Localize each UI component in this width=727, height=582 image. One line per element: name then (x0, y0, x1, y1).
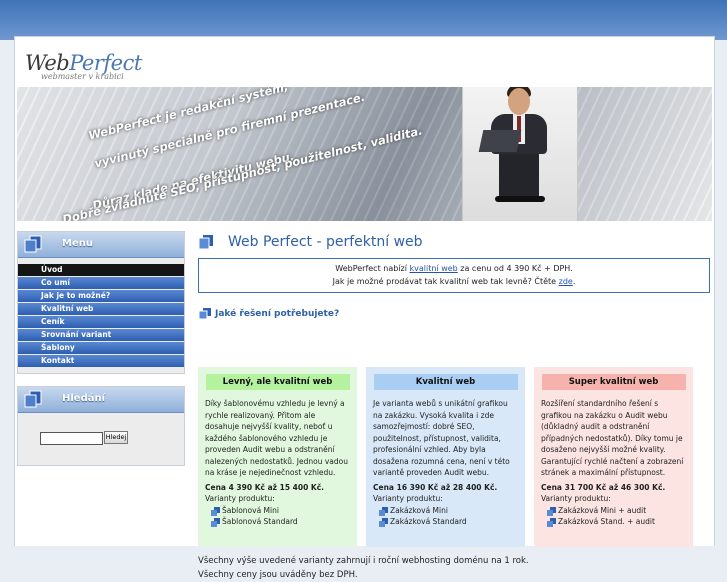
search-form: Hledej (18, 413, 184, 465)
info-line-2: Jak je možné prodávat tak kvalitní web t… (332, 277, 576, 286)
footer-line-1: Všechny výše uvedené varianty zahrnují i… (198, 556, 529, 566)
column-title: Super kvalitní web (541, 374, 686, 390)
menu-header: Menu (18, 232, 184, 258)
bullet-icon (211, 506, 220, 516)
bullet-icon (379, 506, 388, 516)
menu-item-uvod[interactable]: Úvod (18, 264, 184, 276)
variant-item: Zakázková Mini + audit (541, 505, 686, 517)
variant-item: Zakázková Stand. + audit (541, 516, 686, 528)
page-title: Web Perfect - perfektní web (228, 234, 423, 250)
column-title: Levný, ale kvalitní web (205, 374, 350, 390)
column-price: Cena 4 390 Kč až 15 400 Kč. (205, 482, 325, 492)
site-logo[interactable]: WebPerfect webmaster v krabici (25, 51, 142, 81)
footer-note: Všechny výše uvedené varianty zahrnují i… (198, 554, 529, 582)
header-banner: WebPerfect je redakční systém, vyvinutý … (17, 87, 712, 221)
page-title-row: Web Perfect - perfektní web (198, 231, 710, 253)
pricing-column-levny: Levný, ale kvalitní web Díky šablonovému… (198, 367, 357, 547)
bullet-icon (211, 518, 220, 527)
column-title: Kvalitní web (373, 374, 518, 390)
section-heading: Jaké řešení potřebujete? (198, 307, 710, 321)
variant-item: Šablonová Mini (205, 505, 350, 517)
search-box: Hledání Hledej (17, 386, 185, 466)
column-price: Cena 16 390 Kč až 28 400 Kč. (373, 482, 498, 492)
variant-item: Šablonová Standard (205, 516, 350, 528)
variants-label: Varianty produktu: (541, 494, 611, 503)
info-box: WebPerfect nabízí kvalitní web za cenu o… (198, 258, 710, 293)
page-icon (198, 235, 213, 250)
variants-label: Varianty produktu: (373, 494, 443, 503)
bullet-icon (547, 506, 556, 516)
column-price: Cena 31 700 Kč až 46 300 Kč. (541, 482, 666, 492)
column-text: Rozšíření standardního řešení s grafikou… (541, 399, 684, 477)
menu-item-kvalitni-web[interactable]: Kvalitní web (18, 303, 184, 315)
menu-item-sablony[interactable]: Šablony (18, 342, 184, 354)
search-button[interactable]: Hledej (104, 431, 128, 444)
menu-item-srovnani-variant[interactable]: Srovnání variant (18, 329, 184, 341)
banner-slogan-line: Dobře zvládnuté SEO, přístupnost, použit… (61, 123, 424, 221)
search-header: Hledání (18, 387, 184, 413)
zde-link[interactable]: zde (559, 277, 573, 286)
variant-item: Zakázková Standard (373, 516, 518, 528)
menu-item-jak-je-to-mozne[interactable]: Jak je to možné? (18, 290, 184, 302)
pricing-columns: Levný, ale kvalitní web Díky šablonovému… (198, 367, 710, 547)
variant-item: Zakázková Mini (373, 505, 518, 517)
info-line-1: WebPerfect nabízí kvalitní web za cenu o… (335, 264, 573, 273)
column-text: Je varianta webů s unikátní grafikou na … (373, 399, 510, 477)
main-content: Web Perfect - perfektní web WebPerfect n… (198, 231, 710, 580)
kvalitni-web-link[interactable]: kvalitní web (410, 264, 458, 273)
bullet-icon (379, 518, 388, 527)
pricing-column-kvalitni: Kvalitní web Je varianta webů s unikátní… (366, 367, 525, 547)
menu-item-kontakt[interactable]: Kontakt (18, 355, 184, 367)
menu-title: Menu (62, 238, 93, 249)
page-container: WebPerfect webmaster v krabici WebPerfec… (14, 36, 715, 580)
menu-item-cenik[interactable]: Ceník (18, 316, 184, 328)
search-input[interactable] (40, 432, 103, 445)
sidebar: Menu Úvod Co umí Jak je to možné? Kvalit… (17, 231, 185, 478)
footer-line-2: Všechny ceny jsou uváděny bez DPH. (198, 570, 358, 580)
search-title: Hledání (62, 393, 106, 404)
pricing-column-super: Super kvalitní web Rozšíření standardníh… (534, 367, 693, 547)
menu-item-co-umi[interactable]: Co umí (18, 277, 184, 289)
page-icon (24, 390, 42, 408)
variants-label: Varianty produktu: (205, 494, 275, 503)
top-band (0, 0, 727, 40)
bullet-icon (547, 518, 556, 527)
page-icon (24, 235, 42, 253)
main-menu: Úvod Co umí Jak je to možné? Kvalitní we… (18, 258, 184, 373)
page-icon (199, 308, 211, 320)
column-text: Díky šablonovému vzhledu je levný a rych… (205, 399, 348, 477)
businessman-photo (462, 87, 578, 221)
menu-box: Menu Úvod Co umí Jak je to možné? Kvalit… (17, 231, 185, 374)
